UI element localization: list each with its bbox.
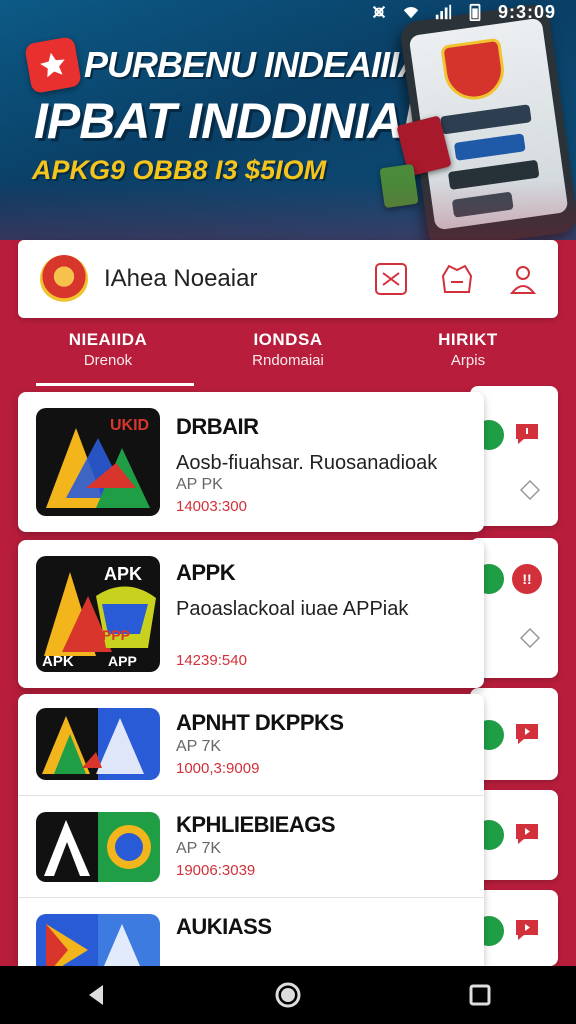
tab-sublabel: Rndomaiai: [252, 352, 324, 369]
category-tabs: NIEAIIDA Drenok IONDSA Rndomaiai HIRIKT …: [18, 330, 558, 386]
list-item[interactable]: KPHLIEBIEAGS AP 7K 19006:3039: [18, 796, 484, 898]
app-icon: [36, 708, 160, 780]
tab-sublabel: Drenok: [83, 352, 133, 369]
app-name: DRBAIR: [176, 414, 259, 439]
rotate-lock-icon: [372, 5, 386, 19]
tab-label: NIEAIIDA: [68, 330, 148, 349]
store-button[interactable]: [438, 260, 476, 298]
diamond-icon: [520, 628, 540, 648]
profile-button[interactable]: [504, 260, 542, 298]
app-download-count: 1000,3:9009: [176, 760, 260, 777]
recents-square-icon: [469, 984, 491, 1006]
app-description: Paoaslackoal iuae APPiak: [176, 598, 409, 620]
back-button[interactable]: [66, 972, 126, 1018]
store-logo-icon: [40, 255, 88, 303]
svg-text:APP: APP: [108, 653, 137, 669]
shuffle-icon: [375, 263, 407, 295]
wifi-icon: [403, 7, 419, 19]
app-icon: [36, 914, 160, 966]
signal-icon: [435, 4, 452, 20]
home-button[interactable]: [258, 972, 318, 1018]
promo-banner[interactable]: 9:3:09 PURBENU INDEAIIIA IPBAT INDDINIAN…: [0, 0, 576, 240]
tab-iondsa[interactable]: IONDSA Rndomaiai: [198, 330, 378, 386]
shop-icon: [441, 264, 473, 293]
shuffle-button[interactable]: [372, 260, 410, 298]
app-description: Aosb-fiuahsar. Ruosanadioak: [176, 452, 438, 474]
system-nav-bar: [0, 966, 576, 1024]
star-icon: [40, 52, 65, 78]
status-bar: 9:3:09: [370, 0, 556, 24]
user-icon: [509, 266, 537, 294]
app-name: AUKIASS: [176, 914, 272, 939]
app-tag: AP 7K: [176, 738, 222, 755]
app-name: APNHT DKPPKS: [176, 710, 344, 735]
app-name: APPK: [176, 560, 236, 585]
header-title: IAhea Noeaiar: [104, 265, 258, 292]
app-icon: APK PPP APK APP: [36, 556, 160, 672]
app-header: IAhea Noeaiar: [18, 240, 558, 318]
featured-app-card[interactable]: APK PPP APK APP APPK Paoaslackoal iuae A…: [18, 540, 484, 688]
svg-text:PPP: PPP: [102, 627, 130, 643]
tab-sublabel: Arpis: [450, 352, 486, 369]
svg-text:APK: APK: [42, 653, 74, 670]
app-name: KPHLIEBIEAGS: [176, 812, 336, 837]
battery-icon: [469, 3, 481, 21]
flag-badge-icon: !!: [512, 564, 542, 594]
app-download-count: 14003:300: [176, 498, 247, 515]
diamond-icon: [520, 480, 540, 500]
tab-nieaiida[interactable]: NIEAIIDA Drenok: [18, 330, 198, 386]
home-circle-icon: [275, 982, 301, 1008]
app-download-count: 14239:540: [176, 652, 247, 669]
app-tag: AP PK: [176, 476, 223, 493]
floating-app-card: [379, 163, 419, 209]
tab-label: HIRIKT: [438, 330, 498, 349]
banner-tagline: APKG9 OBB8 I3 $5IOM: [32, 155, 327, 185]
featured-app-card[interactable]: UKID DRBAIR Aosb-fiuahsar. Ruosanadioak …: [18, 392, 484, 532]
svg-text:APK: APK: [104, 564, 142, 584]
status-time: 9:3:09: [497, 1, 556, 22]
recents-button[interactable]: [450, 972, 510, 1018]
chat-icon[interactable]: [514, 422, 540, 446]
tab-label: IONDSA: [253, 330, 323, 349]
back-triangle-icon: [89, 985, 103, 1005]
app-icon: UKID: [36, 408, 160, 516]
banner-subtitle: IPBAT INDDINIAN: [34, 93, 439, 149]
crest-icon: [440, 37, 508, 104]
chat-icon[interactable]: [514, 918, 540, 942]
app-list: APNHT DKPPKS AP 7K 1000,3:9009 KPHLIEBIE…: [18, 694, 484, 966]
list-item[interactable]: AUKIASS: [18, 898, 484, 966]
chat-icon[interactable]: [514, 722, 540, 746]
app-tag: AP 7K: [176, 840, 222, 857]
list-item[interactable]: APNHT DKPPKS AP 7K 1000,3:9009: [18, 694, 484, 796]
tab-hirikt[interactable]: HIRIKT Arpis: [378, 330, 558, 386]
svg-text:UKID: UKID: [110, 417, 149, 434]
brand-star-logo: [24, 36, 82, 94]
banner-title: PURBENU INDEAIIIA: [84, 44, 424, 85]
app-icon: [36, 812, 160, 882]
chat-icon[interactable]: [514, 822, 540, 846]
app-download-count: 19006:3039: [176, 862, 256, 879]
